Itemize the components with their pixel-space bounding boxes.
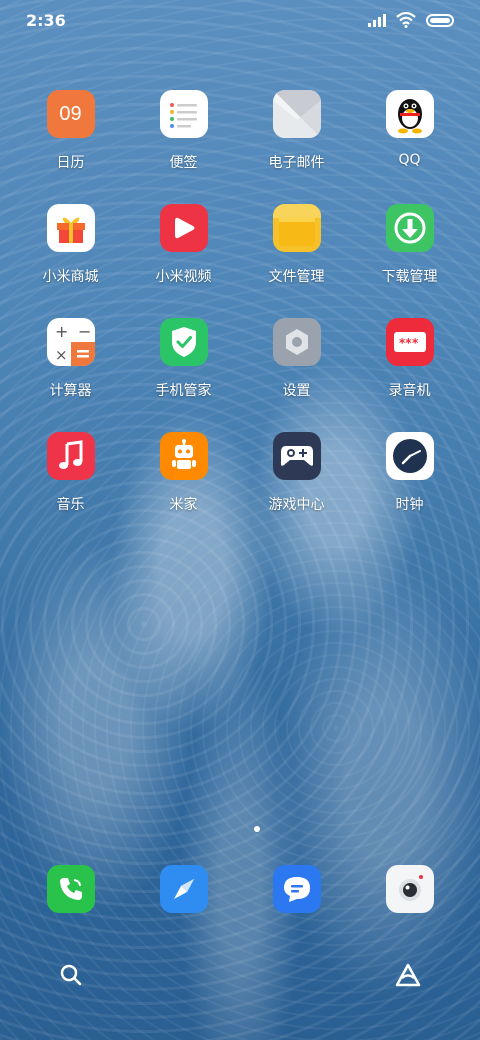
app-label: 录音机 — [388, 383, 431, 399]
music-note-icon — [46, 432, 95, 480]
folder-icon — [272, 204, 321, 252]
signal-icon — [368, 13, 386, 27]
app-music[interactable]: 音乐 — [14, 432, 127, 514]
app-mi-video[interactable]: 小米视频 — [127, 204, 240, 286]
app-label: QQ — [398, 152, 421, 168]
svg-text:×: × — [55, 346, 68, 364]
app-mi-store[interactable]: 小米商城 — [14, 204, 127, 286]
app-label: 下载管理 — [381, 269, 438, 285]
app-label: 手机管家 — [155, 383, 212, 399]
gear-icon — [272, 318, 321, 366]
app-label: 设置 — [282, 383, 311, 399]
app-calculator[interactable]: + − × 计算器 — [14, 318, 127, 400]
search-icon[interactable] — [58, 962, 84, 988]
dock-browser[interactable] — [127, 865, 240, 913]
dock-camera[interactable] — [353, 865, 466, 913]
download-arrow-icon — [385, 204, 434, 252]
gamepad-icon — [272, 432, 321, 480]
qq-penguin-icon — [385, 90, 434, 138]
app-qq[interactable]: QQ — [353, 90, 466, 172]
app-notes[interactable]: 便签 — [127, 90, 240, 172]
app-recorder[interactable]: ** * 录音机 — [353, 318, 466, 400]
svg-text:+: + — [55, 322, 68, 341]
app-label: 小米商城 — [42, 269, 99, 285]
dock-messages[interactable] — [240, 865, 353, 913]
dock — [0, 865, 480, 913]
svg-text:−: − — [78, 322, 91, 341]
assistant-icon[interactable] — [394, 962, 422, 988]
dock-phone[interactable] — [14, 865, 127, 913]
app-game-center[interactable]: 游戏中心 — [240, 432, 353, 514]
calendar-icon: 09 — [46, 90, 95, 138]
app-calendar[interactable]: 09 日历 — [14, 90, 127, 172]
wifi-icon — [396, 12, 416, 28]
camera-icon — [385, 865, 434, 913]
app-label: 游戏中心 — [268, 497, 325, 513]
app-label: 日历 — [56, 155, 85, 171]
message-bubble-icon — [272, 865, 321, 913]
compass-icon — [159, 865, 208, 913]
calendar-day: 09 — [59, 102, 82, 125]
app-clock[interactable]: 时钟 — [353, 432, 466, 514]
page-indicator-dot[interactable] — [254, 826, 260, 832]
app-download-manager[interactable]: 下载管理 — [353, 204, 466, 286]
app-label: 米家 — [169, 497, 198, 513]
clock-icon — [385, 432, 434, 480]
bottom-bar — [0, 962, 480, 992]
svg-text:**: ** — [399, 336, 412, 350]
battery-icon — [426, 13, 454, 27]
svg-text:*: * — [412, 336, 419, 350]
status-time: 2:36 — [26, 10, 66, 30]
phone-icon — [46, 865, 95, 913]
app-label: 小米视频 — [155, 269, 212, 285]
status-icons — [368, 12, 454, 28]
app-file-manager[interactable]: 文件管理 — [240, 204, 353, 286]
app-grid: 09 日历 便签 电子邮件 QQ 小米商城 小米视频 文件管理 下载管理 + −… — [0, 90, 480, 514]
app-security[interactable]: 手机管家 — [127, 318, 240, 400]
shield-check-icon — [159, 318, 208, 366]
app-label: 电子邮件 — [268, 155, 325, 171]
app-label: 时钟 — [395, 497, 424, 513]
app-email[interactable]: 电子邮件 — [240, 90, 353, 172]
email-icon — [272, 90, 321, 138]
video-play-icon — [159, 204, 208, 252]
app-mijia[interactable]: 米家 — [127, 432, 240, 514]
app-label: 文件管理 — [268, 269, 325, 285]
app-label: 音乐 — [56, 497, 85, 513]
robot-icon — [159, 432, 208, 480]
notes-icon — [159, 90, 208, 138]
status-bar: 2:36 — [0, 0, 480, 40]
app-settings[interactable]: 设置 — [240, 318, 353, 400]
calculator-icon: + − × — [46, 318, 95, 366]
app-label: 计算器 — [49, 383, 92, 399]
gift-box-icon — [46, 204, 95, 252]
recorder-icon: ** * — [385, 318, 434, 366]
app-label: 便签 — [169, 155, 198, 171]
